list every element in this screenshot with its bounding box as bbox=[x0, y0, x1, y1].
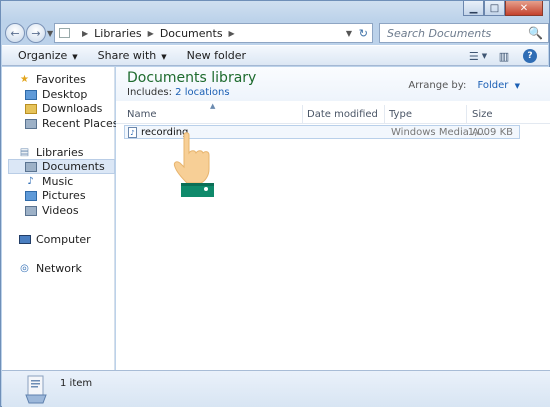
share-with-button[interactable]: Share with ▼ bbox=[88, 49, 177, 62]
videos-icon bbox=[24, 205, 37, 217]
breadcrumb-separator[interactable]: ▶ bbox=[229, 29, 235, 38]
column-size[interactable]: Size bbox=[472, 109, 493, 120]
column-divider[interactable] bbox=[384, 105, 385, 124]
recent-places-icon bbox=[24, 118, 37, 130]
toolbar-right-group: ☰ ▼ ▥ ? bbox=[462, 48, 540, 64]
arrange-by-dropdown[interactable]: Folder bbox=[478, 80, 509, 91]
forward-button[interactable]: → bbox=[26, 23, 46, 43]
help-button[interactable]: ? bbox=[520, 48, 540, 64]
preview-pane-button[interactable]: ▥ bbox=[494, 48, 514, 64]
maximize-icon: □ bbox=[489, 2, 500, 14]
back-arrow-icon: ← bbox=[10, 26, 20, 40]
address-dropdown-icon[interactable]: ▼ bbox=[346, 29, 352, 38]
nav-documents-label: Documents bbox=[42, 160, 105, 173]
computer-icon bbox=[18, 234, 31, 246]
organize-label: Organize bbox=[18, 49, 68, 62]
sort-ascending-icon: ▲ bbox=[210, 102, 216, 110]
audio-file-icon: ♪ bbox=[128, 127, 137, 138]
help-icon: ? bbox=[523, 49, 537, 63]
file-list-pane: Documents library Includes: 2 locations … bbox=[116, 67, 550, 370]
new-folder-label: New folder bbox=[186, 49, 247, 62]
library-title: Documents library bbox=[127, 70, 257, 86]
refresh-icon[interactable]: ↻ bbox=[359, 27, 368, 40]
organize-button[interactable]: Organize ▼ bbox=[8, 49, 88, 62]
libraries-icon: ▤ bbox=[19, 147, 30, 158]
nav-favorites[interactable]: ★ Favorites bbox=[18, 72, 131, 87]
nav-desktop-label: Desktop bbox=[42, 88, 88, 101]
music-icon: ♪ bbox=[27, 176, 34, 187]
column-divider[interactable] bbox=[466, 105, 467, 124]
breadcrumb-libraries[interactable]: Libraries bbox=[94, 27, 142, 40]
nav-libraries[interactable]: ▤ Libraries bbox=[18, 145, 131, 160]
arrange-by: Arrange by: Folder ▼ bbox=[408, 80, 520, 91]
new-folder-button[interactable]: New folder bbox=[177, 49, 256, 62]
nav-computer[interactable]: Computer bbox=[18, 232, 131, 247]
search-input[interactable]: Search Documents 🔍 bbox=[379, 23, 549, 43]
nav-recent-places-label: Recent Places bbox=[42, 117, 119, 130]
network-icon: ◎ bbox=[20, 263, 29, 274]
nav-videos-label: Videos bbox=[42, 204, 79, 217]
column-divider[interactable] bbox=[302, 105, 303, 124]
chevron-down-icon[interactable]: ▼ bbox=[515, 82, 520, 90]
chevron-down-icon: ▼ bbox=[72, 53, 78, 61]
preview-pane-icon: ▥ bbox=[498, 49, 510, 63]
document-library-icon bbox=[25, 375, 47, 404]
nav-network[interactable]: ◎ Network bbox=[18, 261, 131, 276]
column-header-row: ▲ Name Date modified Type Size bbox=[116, 102, 550, 124]
desktop-folder-icon bbox=[24, 89, 37, 101]
nav-favorites-label: Favorites bbox=[36, 73, 86, 86]
search-icon[interactable]: 🔍 bbox=[528, 26, 543, 40]
forward-arrow-icon: → bbox=[31, 26, 41, 40]
column-type[interactable]: Type bbox=[389, 109, 412, 120]
library-includes: Includes: 2 locations bbox=[127, 87, 230, 98]
nav-music-label: Music bbox=[42, 175, 74, 188]
navigation-row: ← → ▼ ▶ Libraries ▶ Documents ▶ ▼ ↻ Sear… bbox=[5, 21, 549, 45]
pointing-hand-icon bbox=[173, 132, 214, 197]
explorer-window: ▁ □ ✕ ← → ▼ ▶ Libraries ▶ Documents ▶ ▼ … bbox=[0, 0, 550, 407]
maximize-button[interactable]: □ bbox=[484, 1, 505, 16]
view-list-icon: ☰ bbox=[468, 49, 479, 63]
chevron-down-icon: ▼ bbox=[161, 53, 167, 61]
breadcrumb-documents[interactable]: Documents bbox=[160, 27, 223, 40]
file-size: 1,009 KB bbox=[467, 127, 513, 138]
arrange-by-label: Arrange by: bbox=[408, 80, 467, 91]
locations-link[interactable]: 2 locations bbox=[175, 87, 229, 98]
library-header: Documents library Includes: 2 locations … bbox=[116, 67, 550, 101]
column-name[interactable]: Name bbox=[127, 109, 157, 120]
caption-buttons: ▁ □ ✕ bbox=[463, 1, 543, 16]
breadcrumb-separator: ▶ bbox=[82, 28, 89, 38]
minimize-button[interactable]: ▁ bbox=[463, 1, 484, 16]
star-icon: ★ bbox=[20, 74, 29, 85]
nav-documents[interactable]: Documents bbox=[8, 159, 115, 174]
navigation-pane: ★ Favorites Desktop Downloads Recent Pla… bbox=[2, 67, 119, 370]
includes-label: Includes: bbox=[127, 87, 172, 98]
search-placeholder: Search Documents bbox=[387, 26, 492, 40]
nav-downloads-label: Downloads bbox=[42, 102, 103, 115]
close-icon: ✕ bbox=[519, 2, 529, 14]
status-bar: 1 item bbox=[2, 370, 550, 407]
folder-icon bbox=[59, 28, 70, 38]
back-button[interactable]: ← bbox=[5, 23, 25, 43]
share-with-label: Share with bbox=[97, 49, 157, 62]
close-button[interactable]: ✕ bbox=[505, 1, 543, 16]
minimize-icon: ▁ bbox=[469, 2, 478, 14]
nav-pictures-label: Pictures bbox=[42, 189, 86, 202]
command-bar: Organize ▼ Share with ▼ New folder ☰ ▼ ▥ ? bbox=[2, 45, 548, 66]
nav-network-label: Network bbox=[36, 262, 82, 275]
breadcrumb-separator[interactable]: ▶ bbox=[148, 29, 154, 38]
change-view-button[interactable]: ☰ ▼ bbox=[468, 48, 488, 64]
chevron-down-icon: ▼ bbox=[481, 52, 488, 60]
documents-icon bbox=[24, 161, 37, 173]
nav-libraries-label: Libraries bbox=[36, 146, 84, 159]
pictures-icon bbox=[24, 190, 37, 202]
downloads-folder-icon bbox=[24, 103, 37, 115]
column-date-modified[interactable]: Date modified bbox=[307, 109, 378, 120]
nav-computer-label: Computer bbox=[36, 233, 91, 246]
item-count: 1 item bbox=[60, 378, 93, 389]
address-bar[interactable]: ▶ Libraries ▶ Documents ▶ ▼ ↻ bbox=[54, 23, 373, 43]
